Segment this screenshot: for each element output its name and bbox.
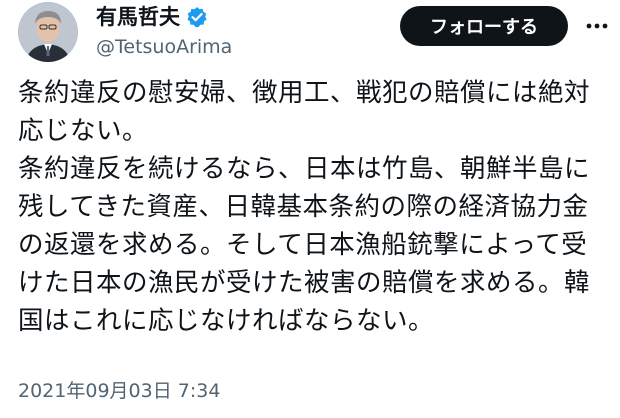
tweet-paragraph: 条約違反の慰安婦、徴用工、戦犯の賠償には絶対応じない。: [18, 78, 591, 146]
avatar[interactable]: [18, 2, 78, 62]
author-block: 有馬哲夫 @TetsuoArima: [96, 2, 232, 60]
follow-button[interactable]: フォローする: [400, 6, 568, 46]
name-row: 有馬哲夫: [96, 2, 232, 32]
more-horizontal-icon[interactable]: [584, 14, 610, 38]
tweet-paragraph: 条約違反を続けるなら、日本は竹島、朝鮮半島に残してきた資産、日韓基本条約の際の経…: [18, 154, 591, 336]
display-name[interactable]: 有馬哲夫: [96, 2, 180, 32]
tweet-text: 条約違反の慰安婦、徴用工、戦犯の賠償には絶対応じない。 条約違反を続けるなら、日…: [18, 74, 612, 340]
tweet-timestamp[interactable]: 2021年09月03日 7:34: [18, 378, 220, 404]
verified-badge-icon: [186, 6, 208, 28]
user-handle[interactable]: @TetsuoArima: [96, 34, 232, 60]
tweet-card: 有馬哲夫 @TetsuoArima フォローする 条約違反の慰安婦、徴用工、戦犯…: [0, 0, 620, 418]
